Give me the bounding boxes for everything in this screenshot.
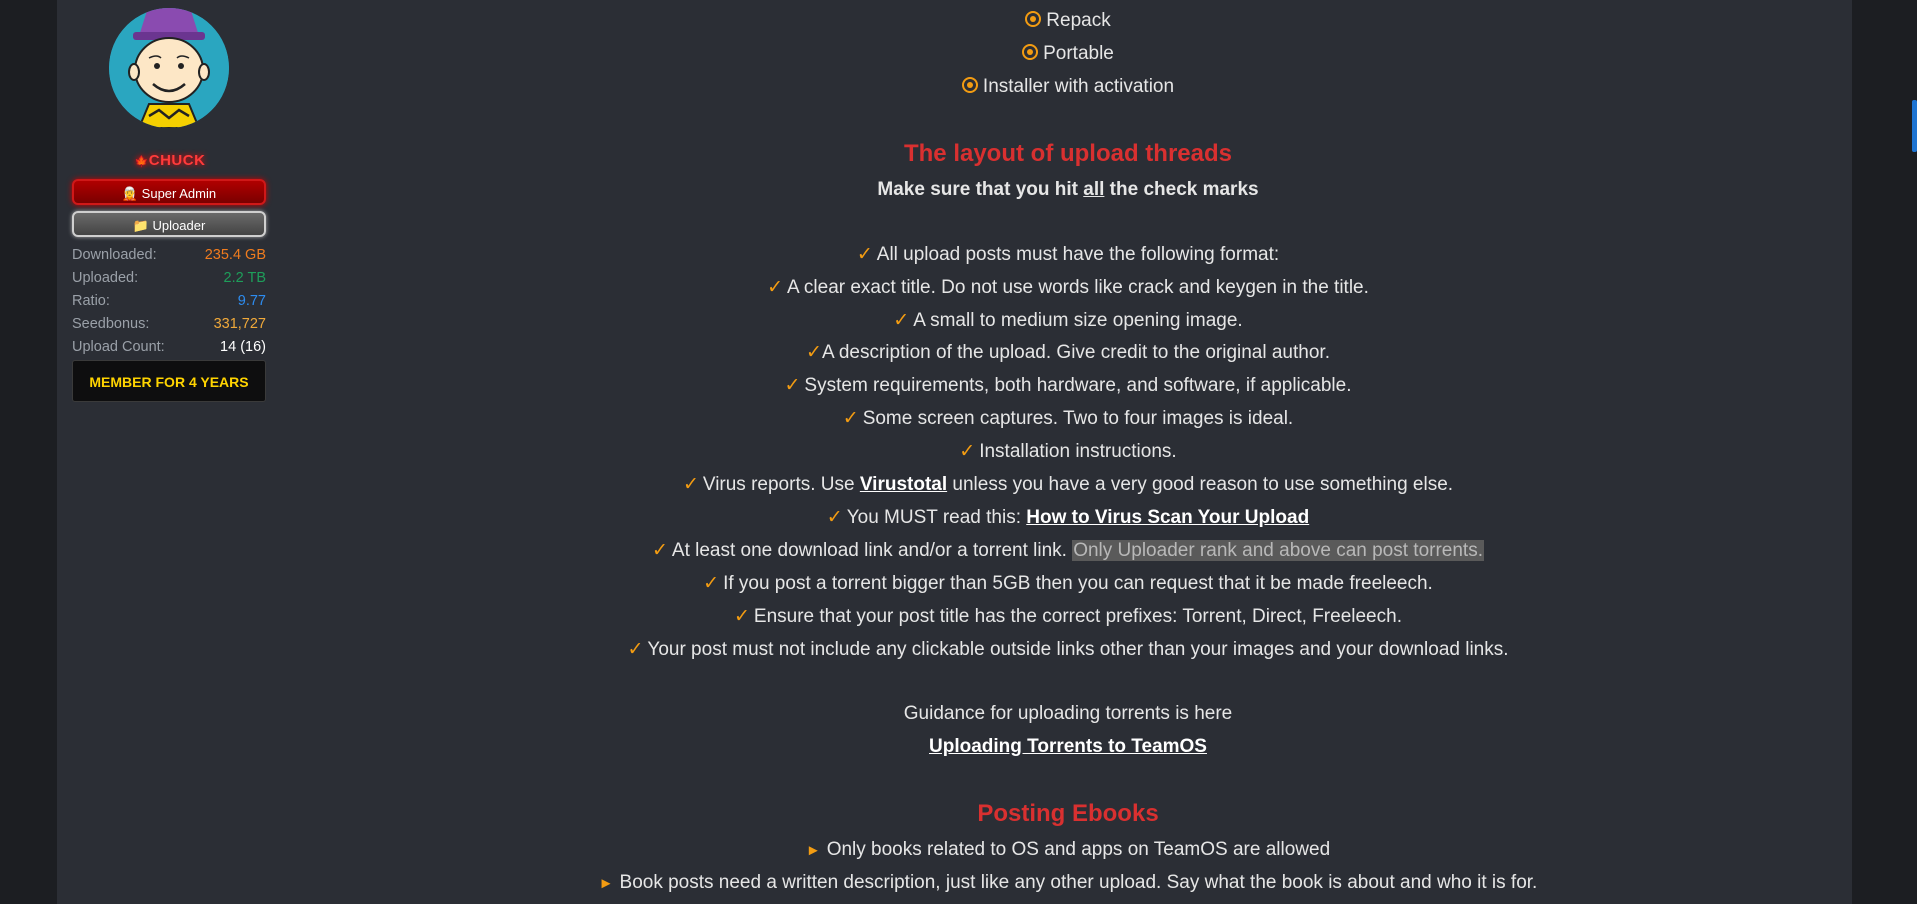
checklist-item: ✓ All upload posts must have the followin…: [856, 244, 1280, 265]
avatar[interactable]: [109, 8, 229, 128]
checklist-item: ✓ Some screen captures. Two to four image…: [842, 408, 1294, 429]
uploader-badge: 📁 Uploader: [72, 211, 266, 237]
stat-downloaded: Downloaded: 235.4 GB: [72, 244, 266, 267]
virus-scan-guide-link[interactable]: How to Virus Scan Your Upload: [1026, 507, 1309, 528]
stat-label: Upload Count:: [72, 339, 165, 355]
checkmark-icon: ✓: [842, 408, 859, 429]
arrow-bullet-icon: ►: [805, 842, 821, 859]
super-admin-badge: 🧝 Super Admin: [72, 179, 266, 205]
radio-bullet-icon: [961, 77, 978, 93]
ebook-rule-item: ► Only books related to OS and apps on Te…: [805, 839, 1331, 860]
guidance-link-row: Uploading Torrents to TeamOS: [268, 736, 1868, 758]
checkmark-icon: ✓: [734, 606, 750, 627]
stat-label: Downloaded:: [72, 247, 157, 263]
layout-heading: The layout of upload threads: [903, 140, 1233, 167]
checklist-item: ✓ At least one download link and/or a tor…: [651, 540, 1484, 561]
uploading-torrents-link[interactable]: Uploading Torrents to TeamOS: [929, 736, 1207, 757]
username[interactable]: 🍁CHUCK: [72, 152, 268, 169]
checkmark-icon: ✓: [959, 441, 976, 462]
check-marks-intro: Make sure that you hit all the check mar…: [877, 179, 1259, 200]
checklist-item: ✓A description of the upload. Give credi…: [806, 342, 1330, 363]
checklist-item: ✓ System requirements, both hardware, and…: [784, 375, 1352, 396]
checklist-item: ✓ If you post a torrent bigger than 5GB t…: [703, 573, 1433, 594]
ebooks-heading: Posting Ebooks: [977, 800, 1159, 827]
stat-upload-count: Upload Count: 14 (16): [72, 336, 266, 359]
checkmark-icon: ✓: [703, 573, 720, 594]
scrollbar-thumb[interactable]: [1912, 100, 1917, 152]
stat-value: 14 (16): [220, 339, 266, 355]
checkmark-icon: ✓: [806, 342, 822, 363]
stat-label: Seedbonus:: [72, 316, 150, 332]
checkmark-icon: ✓: [856, 244, 873, 265]
radio-bullet-icon: [1022, 44, 1039, 60]
maple-leaf-icon: 🍁: [134, 156, 149, 168]
virustotal-link[interactable]: Virustotal: [860, 474, 947, 495]
checklist-item: ✓ Installation instructions.: [959, 441, 1177, 462]
radio-bullet-icon: [1025, 11, 1042, 27]
stat-value: 2.2 TB: [223, 270, 266, 286]
option-installer: Installer with activation: [268, 76, 1868, 98]
user-stats: Downloaded: 235.4 GB Uploaded: 2.2 TB Ra…: [72, 244, 266, 359]
checklist-item: ✓ Ensure that your post title has the cor…: [734, 606, 1402, 627]
stat-uploaded: Uploaded: 2.2 TB: [72, 267, 266, 290]
stat-label: Uploaded:: [72, 270, 139, 286]
checkmark-icon: ✓: [826, 507, 843, 528]
checkmark-icon: ✓: [682, 474, 699, 495]
stat-ratio: Ratio: 9.77: [72, 290, 266, 313]
member-duration-badge: MEMBER FOR 4 YEARS: [72, 360, 266, 402]
stat-value: 9.77: [237, 293, 266, 309]
selected-text[interactable]: Only Uploader rank and above can post to…: [1072, 540, 1484, 561]
checkmark-icon: ✓: [651, 540, 668, 561]
checklist-item: ✓ Virus reports. Use Virustotal unless yo…: [682, 474, 1454, 495]
checklist-item: ✓ A small to medium size opening image.: [893, 310, 1243, 331]
option-repack: Repack: [268, 10, 1868, 32]
checkmark-icon: ✓: [784, 375, 801, 396]
checklist-item: ✓ You MUST read this: How to Virus Scan Y…: [826, 507, 1310, 528]
checklist-item: ✓ Your post must not include any clickabl…: [627, 639, 1509, 660]
stat-seedbonus: Seedbonus: 331,727: [72, 313, 266, 336]
option-portable: Portable: [268, 43, 1868, 65]
checklist-item: ✓ A clear exact title. Do not use words l…: [767, 277, 1369, 298]
checkmark-icon: ✓: [893, 310, 910, 331]
scrollbar-track[interactable]: [1911, 0, 1917, 904]
stat-value: 331,727: [213, 316, 266, 332]
charlie-brown-avatar-icon: [109, 8, 229, 128]
checkmark-icon: ✓: [627, 639, 644, 660]
checkmark-icon: ✓: [767, 277, 783, 298]
arrow-bullet-icon: ►: [598, 875, 614, 892]
ebook-rule-item: ► Book posts need a written description, …: [598, 872, 1538, 893]
guidance-text: Guidance for uploading torrents is here: [903, 703, 1233, 724]
stat-label: Ratio:: [72, 293, 110, 309]
stat-value: 235.4 GB: [204, 247, 266, 263]
